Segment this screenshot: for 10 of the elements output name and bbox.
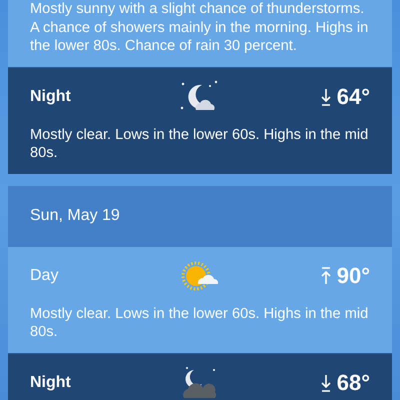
forecast-text: Mostly clear. Lows in the lower 60s. Highs in the mid 80s.: [30, 126, 370, 162]
forecast-text: Mostly clear. Lows in the lower 60s. Highs in the mid 80s.: [30, 304, 370, 342]
temperature: 64°: [336, 84, 370, 110]
temperature: 90°: [336, 262, 370, 288]
forecast-text: Mostly sunny with a slight chance of thunderstorms. A chance of showers mainly in the morning. Highs in the lower 80s. Chance of rain 30 percent.: [30, 0, 370, 56]
period-label: Night: [30, 374, 72, 392]
temperature: 68°: [336, 370, 370, 396]
period-label: Day: [30, 266, 60, 284]
date-header: Sun, May 19: [8, 186, 392, 246]
period-label: Night: [30, 88, 72, 106]
